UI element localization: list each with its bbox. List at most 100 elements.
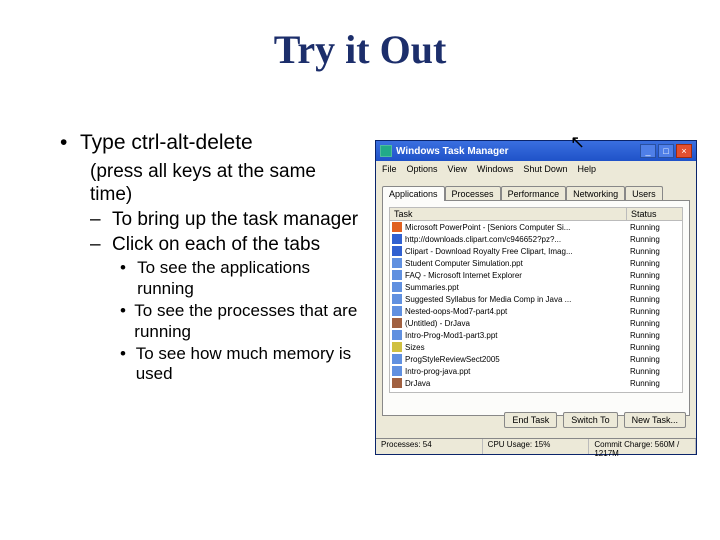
task-name: http://downloads.clipart.com/c946652?pz?… <box>405 235 630 244</box>
dash-1: To bring up the task manager <box>112 209 358 232</box>
bullet-1: Type ctrl-alt-delete <box>80 130 253 155</box>
sub-3: To see how much memory is used <box>136 344 360 385</box>
task-row[interactable]: FAQ - Microsoft Internet ExplorerRunning <box>390 269 682 281</box>
task-status: Running <box>630 283 680 292</box>
tab-panel: Task Status Microsoft PowerPoint - [Seni… <box>382 200 690 416</box>
app-icon <box>380 145 392 157</box>
task-row[interactable]: Suggested Syllabus for Media Comp in Jav… <box>390 293 682 305</box>
menu-view[interactable]: View <box>448 164 467 174</box>
task-name: Sizes <box>405 343 630 352</box>
status-cpu: CPU Usage: 15% <box>483 439 590 454</box>
bullet-dot: • <box>120 344 136 385</box>
tab-applications[interactable]: Applications <box>382 186 445 201</box>
menu-windows[interactable]: Windows <box>477 164 514 174</box>
menu-help[interactable]: Help <box>577 164 596 174</box>
col-status[interactable]: Status <box>627 208 682 220</box>
task-list[interactable]: Microsoft PowerPoint - [Seniors Computer… <box>389 221 683 393</box>
task-icon <box>392 246 402 256</box>
task-icon <box>392 222 402 232</box>
task-name: Microsoft PowerPoint - [Seniors Computer… <box>405 223 630 232</box>
slide-body: • Type ctrl-alt-delete (press all keys a… <box>60 130 360 387</box>
end-task-button[interactable]: End Task <box>504 412 557 428</box>
switch-to-button[interactable]: Switch To <box>563 412 617 428</box>
task-icon <box>392 378 402 388</box>
status-bar: Processes: 54 CPU Usage: 15% Commit Char… <box>376 438 696 454</box>
list-header: Task Status <box>389 207 683 221</box>
task-icon <box>392 258 402 268</box>
task-icon <box>392 318 402 328</box>
maximize-button[interactable]: □ <box>658 144 674 158</box>
tab-performance[interactable]: Performance <box>501 186 567 201</box>
col-task[interactable]: Task <box>390 208 627 220</box>
mouse-cursor-icon: ↖ <box>570 132 585 153</box>
task-icon <box>392 366 402 376</box>
task-row[interactable]: DrJavaRunning <box>390 377 682 389</box>
menu-file[interactable]: File <box>382 164 397 174</box>
task-icon <box>392 330 402 340</box>
window-title: Windows Task Manager <box>396 146 640 157</box>
task-status: Running <box>630 271 680 280</box>
task-status: Running <box>630 295 680 304</box>
dash: – <box>90 209 112 232</box>
dash-2: Click on each of the tabs <box>112 234 320 257</box>
bullet-dot: • <box>60 130 80 155</box>
task-name: (Untitled) - DrJava <box>405 319 630 328</box>
sub-1: To see the applications running <box>137 258 360 299</box>
tab-users[interactable]: Users <box>625 186 663 201</box>
task-status: Running <box>630 379 680 388</box>
minimize-button[interactable]: _ <box>640 144 656 158</box>
task-icon <box>392 282 402 292</box>
task-row[interactable]: (Untitled) - DrJavaRunning <box>390 317 682 329</box>
task-name: Suggested Syllabus for Media Comp in Jav… <box>405 295 630 304</box>
task-row[interactable]: Student Computer Simulation.pptRunning <box>390 257 682 269</box>
bullet-dot: • <box>120 301 134 342</box>
task-status: Running <box>630 343 680 352</box>
task-status: Running <box>630 331 680 340</box>
task-icon <box>392 294 402 304</box>
status-processes: Processes: 54 <box>376 439 483 454</box>
new-task-button[interactable]: New Task... <box>624 412 686 428</box>
slide-title: Try it Out <box>0 0 720 73</box>
task-status: Running <box>630 247 680 256</box>
task-icon <box>392 306 402 316</box>
task-name: Nested-oops-Mod7-part4.ppt <box>405 307 630 316</box>
task-manager-window: Windows Task Manager _ □ × File Options … <box>375 140 697 455</box>
task-status: Running <box>630 355 680 364</box>
task-status: Running <box>630 367 680 376</box>
task-status: Running <box>630 319 680 328</box>
task-row[interactable]: Nested-oops-Mod7-part4.pptRunning <box>390 305 682 317</box>
tab-processes[interactable]: Processes <box>445 186 501 201</box>
task-row[interactable]: http://downloads.clipart.com/c946652?pz?… <box>390 233 682 245</box>
task-status: Running <box>630 307 680 316</box>
task-row[interactable]: ProgStyleReviewSect2005Running <box>390 353 682 365</box>
task-icon <box>392 354 402 364</box>
menu-shutdown[interactable]: Shut Down <box>523 164 567 174</box>
task-row[interactable]: SizesRunning <box>390 341 682 353</box>
task-status: Running <box>630 223 680 232</box>
sub-2: To see the processes that are running <box>134 301 360 342</box>
task-row[interactable]: Microsoft PowerPoint - [Seniors Computer… <box>390 221 682 233</box>
task-name: Summaries.ppt <box>405 283 630 292</box>
tab-row: Applications Processes Performance Netwo… <box>376 181 696 200</box>
task-name: Intro-prog-java.ppt <box>405 367 630 376</box>
task-row[interactable]: Clipart - Download Royalty Free Clipart,… <box>390 245 682 257</box>
task-name: Clipart - Download Royalty Free Clipart,… <box>405 247 630 256</box>
menubar: File Options View Windows Shut Down Help <box>376 161 696 177</box>
task-status: Running <box>630 235 680 244</box>
task-row[interactable]: Summaries.pptRunning <box>390 281 682 293</box>
task-name: FAQ - Microsoft Internet Explorer <box>405 271 630 280</box>
task-row[interactable]: Intro-prog-java.pptRunning <box>390 365 682 377</box>
menu-options[interactable]: Options <box>407 164 438 174</box>
window-titlebar[interactable]: Windows Task Manager _ □ × <box>376 141 696 161</box>
task-name: Intro-Prog-Mod1-part3.ppt <box>405 331 630 340</box>
task-name: Student Computer Simulation.ppt <box>405 259 630 268</box>
status-commit: Commit Charge: 560M / 1217M <box>589 439 696 454</box>
close-button[interactable]: × <box>676 144 692 158</box>
dash: – <box>90 234 112 257</box>
task-row[interactable]: Intro-Prog-Mod1-part3.pptRunning <box>390 329 682 341</box>
task-status: Running <box>630 259 680 268</box>
sub-paren: (press all keys at the same time) <box>90 161 360 207</box>
tab-networking[interactable]: Networking <box>566 186 625 201</box>
task-name: ProgStyleReviewSect2005 <box>405 355 630 364</box>
bullet-dot: • <box>120 258 137 299</box>
